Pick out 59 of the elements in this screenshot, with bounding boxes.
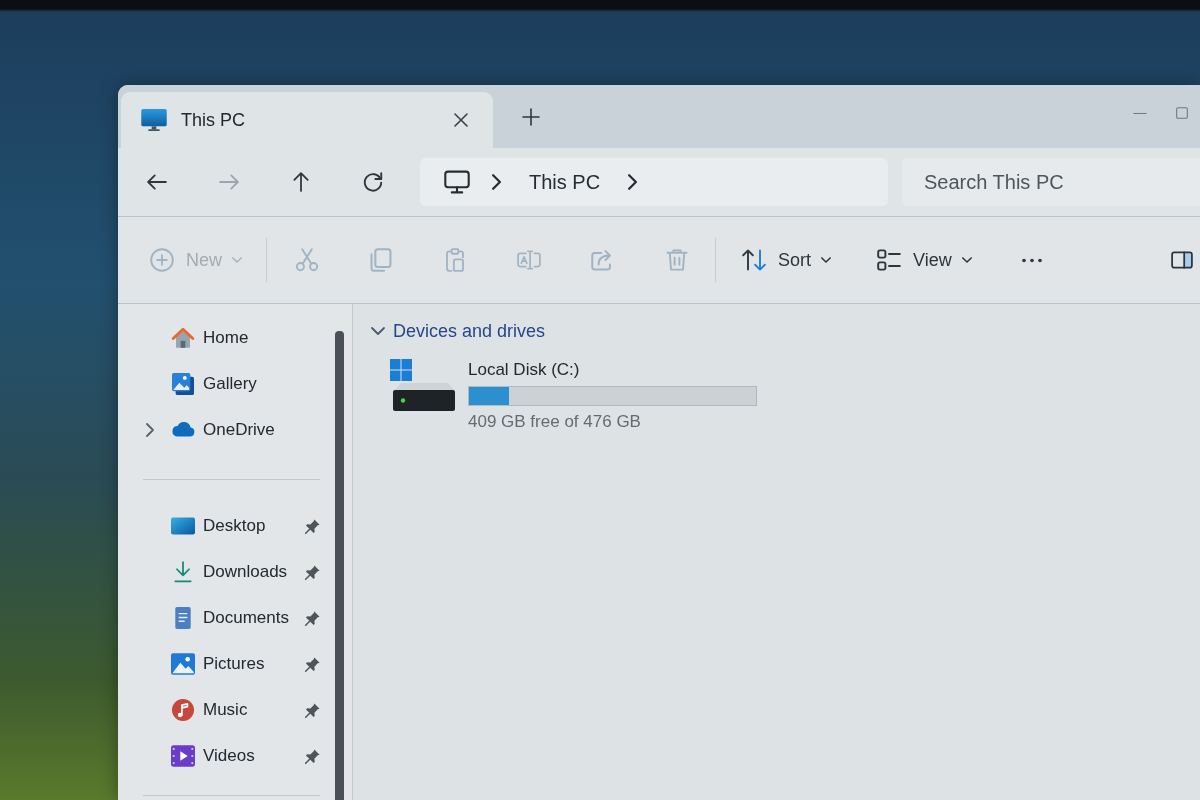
download-icon: [171, 561, 195, 583]
drive-space-text: 409 GB free of 476 GB: [468, 412, 641, 432]
chevron-right-icon[interactable]: [628, 174, 638, 190]
navigation-item[interactable]: Gallery: [122, 361, 328, 407]
drive-name[interactable]: Local Disk (C:): [468, 360, 580, 380]
refresh-icon: [363, 172, 383, 192]
up-arrow-icon: [291, 172, 311, 192]
pin-icon: [305, 702, 320, 718]
trash-icon: [665, 248, 689, 272]
music-icon: [171, 699, 195, 721]
scrollbar-thumb[interactable]: [335, 331, 344, 800]
video-icon: [171, 745, 195, 767]
home-icon: [171, 327, 195, 349]
plus-icon: [522, 107, 540, 126]
pin-icon: [305, 748, 320, 764]
monitor-icon: [141, 109, 167, 131]
search-field[interactable]: Search This PC: [902, 158, 1200, 206]
pin-icon: [305, 564, 320, 580]
desktop-icon: [171, 515, 195, 537]
pin-icon: [305, 518, 320, 534]
navigation-item[interactable]: Music: [122, 687, 328, 733]
caret-down-icon: [961, 257, 972, 263]
picture-icon: [171, 653, 195, 675]
tab[interactable]: This PC: [121, 92, 493, 148]
scissors-icon: [295, 248, 319, 272]
rename-icon: [517, 248, 541, 272]
group-header[interactable]: Devices and drives: [371, 320, 546, 342]
navigation-item[interactable]: Downloads: [122, 549, 328, 595]
navigation-item[interactable]: OneDrive: [122, 407, 328, 453]
navigation-item[interactable]: Desktop: [122, 503, 328, 549]
navigation-item[interactable]: Pictures: [122, 641, 328, 687]
caret-down-icon: [821, 257, 832, 263]
sort-button[interactable]: Sort: [732, 238, 842, 282]
expand-chevron-icon[interactable]: [146, 423, 154, 437]
minimize-icon: [1133, 111, 1147, 115]
forward-arrow-icon: [219, 172, 239, 192]
sort-arrows-icon: [742, 248, 766, 272]
chevron-right-icon[interactable]: [492, 174, 501, 190]
gallery-icon: [171, 373, 195, 395]
copy-icon: [369, 248, 393, 272]
navigation-item[interactable]: Home: [122, 315, 328, 361]
details-pane-icon: [1171, 251, 1193, 269]
plus-circle-icon: [150, 248, 174, 272]
list-view-icon: [877, 248, 902, 272]
maximize-icon: [1175, 107, 1188, 119]
clipboard-icon: [443, 248, 467, 272]
address-bar[interactable]: This PC: [420, 158, 888, 206]
monitor-icon: [444, 170, 470, 194]
view-button[interactable]: View: [867, 238, 982, 282]
back-arrow-icon: [147, 172, 167, 192]
pin-icon: [305, 610, 320, 626]
caret-down-icon: [232, 257, 242, 263]
more-icon: [1021, 257, 1042, 263]
drive-icon[interactable]: [390, 359, 456, 412]
navigation-item[interactable]: Videos: [122, 733, 328, 779]
pin-icon: [305, 656, 320, 672]
breadcrumb-button[interactable]: This PC: [529, 170, 601, 194]
close-icon: [454, 113, 468, 127]
navigation-item[interactable]: Documents: [122, 595, 328, 641]
